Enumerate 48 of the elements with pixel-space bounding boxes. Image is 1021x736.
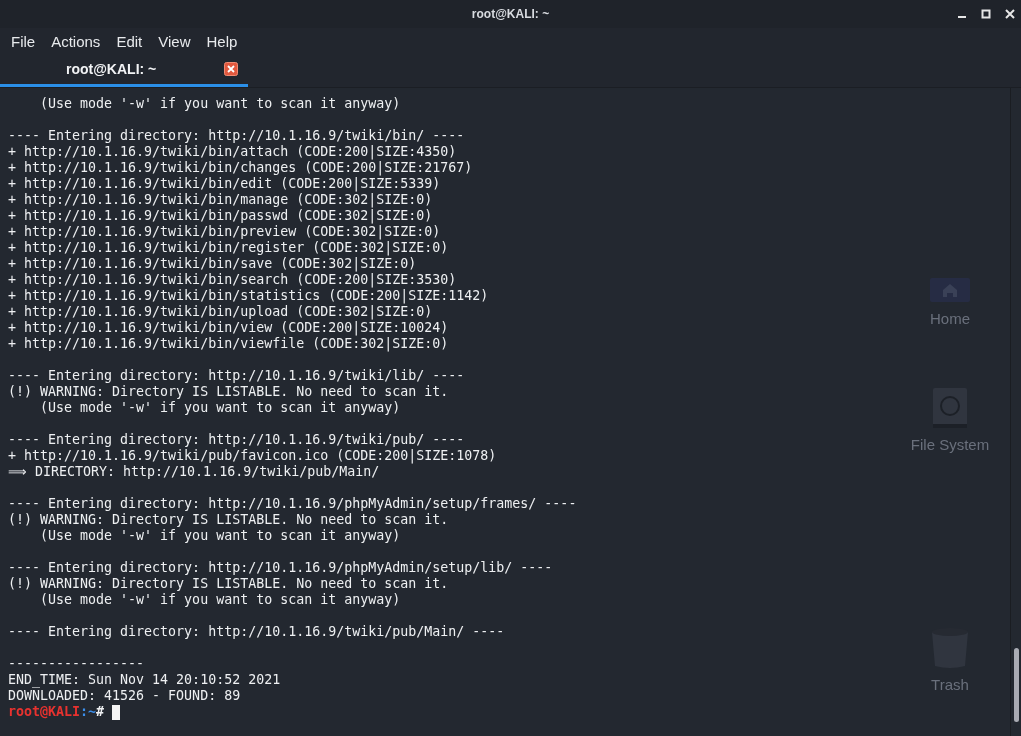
terminal-line: + http://10.1.16.9/twiki/bin/upload (CODE:302|SIZE:0)	[8, 304, 433, 320]
window-title: root@KALI: ~	[471, 7, 550, 21]
terminal-line: (Use mode '-w' if you want to scan it anyway)	[39, 96, 401, 112]
menu-item[interactable]: View	[150, 32, 199, 50]
close-tab-icon[interactable]	[224, 62, 238, 76]
terminal-line: ---- Entering directory: http://10.1.16.9/phpMyAdmin/setup/frames/ ----	[8, 496, 577, 512]
terminal-line: + http://10.1.16.9/twiki/bin/changes (CODE:200|SIZE:21767)	[8, 160, 473, 176]
terminal-line: (!) WARNING: Directory IS LISTABLE. No need to scan it.	[8, 576, 449, 592]
terminal-line: ⟹ DIRECTORY: http://10.1.16.9/twiki/pub/Main/	[8, 464, 380, 480]
terminal-line: + http://10.1.16.9/twiki/bin/passwd (CODE:302|SIZE:0)	[8, 208, 433, 224]
terminal-line: (Use mode '-w' if you want to scan it anyway)	[39, 528, 401, 544]
close-icon[interactable]	[1005, 9, 1015, 19]
terminal-line: + http://10.1.16.9/twiki/bin/search (CODE:200|SIZE:3530)	[8, 272, 457, 288]
terminal-line: + http://10.1.16.9/twiki/bin/viewfile (CODE:302|SIZE:0)	[8, 336, 449, 352]
terminal-line: + http://10.1.16.9/twiki/pub/favicon.ico (CODE:200|SIZE:1078)	[8, 448, 497, 464]
terminal-line: DOWNLOADED: 41526 - FOUND: 89	[8, 688, 241, 704]
terminal-line: + http://10.1.16.9/twiki/bin/register (CODE:302|SIZE:0)	[8, 240, 449, 256]
terminal-line: + http://10.1.16.9/twiki/bin/edit (CODE:200|SIZE:5339)	[8, 176, 441, 192]
prompt-symbol: #	[96, 704, 105, 720]
terminal-line: ---- Entering directory: http://10.1.16.9/twiki/pub/ ----	[8, 432, 465, 448]
terminal-line: + http://10.1.16.9/twiki/bin/view (CODE:200|SIZE:10024)	[8, 320, 449, 336]
terminal-line: + http://10.1.16.9/twiki/bin/save (CODE:302|SIZE:0)	[8, 256, 417, 272]
maximize-icon[interactable]	[981, 9, 991, 19]
terminal-line: + http://10.1.16.9/twiki/bin/attach (CODE:200|SIZE:4350)	[8, 144, 457, 160]
menu-item[interactable]: Help	[198, 32, 246, 50]
desktop-icon-label: File System	[910, 436, 990, 453]
terminal-line: ---- Entering directory: http://10.1.16.9/twiki/bin/ ----	[8, 128, 465, 144]
terminal-line: (Use mode '-w' if you want to scan it anyway)	[39, 400, 401, 416]
terminal-line: + http://10.1.16.9/twiki/bin/manage (CODE:302|SIZE:0)	[8, 192, 433, 208]
prompt-path: :~	[80, 704, 97, 720]
terminal-line: (!) WARNING: Directory IS LISTABLE. No need to scan it.	[8, 512, 449, 528]
terminal-line: ---- Entering directory: http://10.1.16.9/twiki/lib/ ----	[8, 368, 465, 384]
terminal-line: END_TIME: Sun Nov 14 20:10:52 2021	[8, 672, 281, 688]
menu-item[interactable]: Edit	[108, 32, 151, 50]
desktop-icon-label: Home	[930, 310, 970, 327]
terminal-line: (Use mode '-w' if you want to scan it anyway)	[39, 592, 401, 608]
terminal-line: ---- Entering directory: http://10.1.16.9/twiki/pub/Main/ ----	[8, 624, 505, 640]
terminal-line: (!) WARNING: Directory IS LISTABLE. No need to scan it.	[8, 384, 449, 400]
prompt-user: root@KALI	[8, 704, 81, 720]
desktop-icon-label: Trash	[931, 676, 969, 693]
terminal-line: -----------------	[8, 656, 145, 672]
text-cursor	[112, 704, 121, 720]
terminal-line: + http://10.1.16.9/twiki/bin/statistics (CODE:200|SIZE:1142)	[8, 288, 489, 304]
menu-item[interactable]: File	[3, 32, 44, 50]
menu-item[interactable]: Actions	[43, 32, 109, 50]
terminal-line: + http://10.1.16.9/twiki/bin/preview (CODE:302|SIZE:0)	[8, 224, 441, 240]
scrollbar-thumb[interactable]	[1013, 648, 1019, 722]
terminal-line: ---- Entering directory: http://10.1.16.9/phpMyAdmin/setup/lib/ ----	[8, 560, 553, 576]
